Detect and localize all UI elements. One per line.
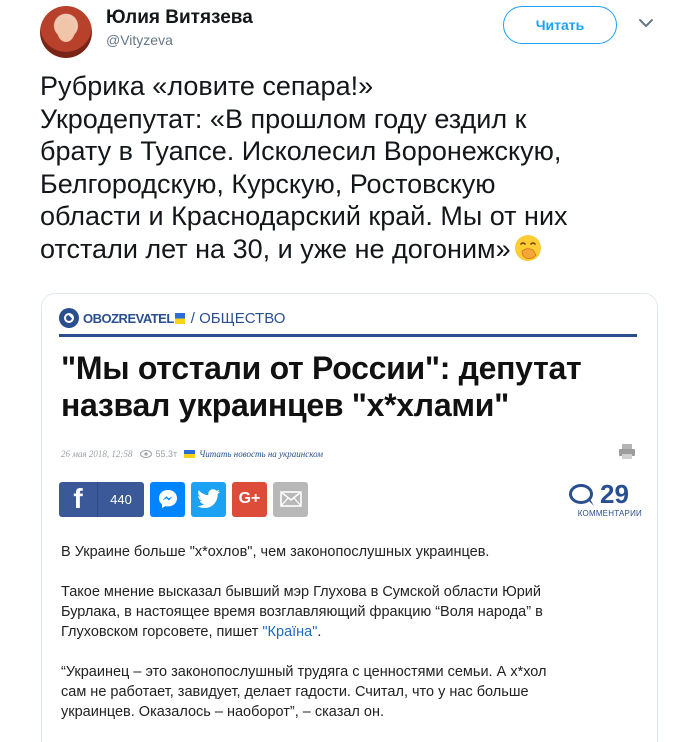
googleplus-share-button: G+ [232, 481, 267, 517]
header-divider [59, 334, 637, 337]
tweet-header: Юлия Витязева @Vityzeva Читать [0, 0, 699, 70]
article-paragraph: “Украинец – это законопослушный трудяга … [61, 664, 547, 720]
tweet-text: Рубрика «ловите сепара!» Укродепутат: «В… [40, 70, 680, 265]
tweet-text-line: области и Краснодарский край. Мы от них [40, 201, 568, 231]
krayina-source-link: "Країна" [262, 624, 318, 640]
obozrevatel-logo-icon [59, 308, 79, 328]
tweet-text-line: брату в Туапсе. Исколесил Воронежскую, [40, 136, 562, 166]
facebook-share-button: f 440 [59, 481, 144, 517]
print-icon [619, 444, 635, 459]
ukraine-flag-icon [174, 312, 185, 324]
messenger-icon [158, 490, 177, 508]
author-handle[interactable]: @Vityzeva [106, 32, 173, 48]
comments-label: КОММЕНТАРИИ [577, 509, 642, 518]
comments-bubble-icon [569, 484, 594, 506]
article-headline: "Мы отстали от России": депутат назвал у… [61, 350, 651, 424]
comments-count: 29 [600, 479, 629, 509]
article-body: В Украине больше "х*охлов", чем законопо… [61, 542, 631, 742]
source-logo: OBOZREVATEL [83, 310, 174, 326]
twitter-bird-icon [196, 489, 220, 508]
avatar[interactable] [40, 6, 92, 58]
follow-button[interactable]: Читать [503, 6, 617, 44]
facebook-icon: f [73, 483, 83, 514]
eye-icon [140, 450, 153, 458]
facebook-share-count: 440 [97, 481, 144, 517]
email-share-button [273, 481, 308, 517]
chevron-down-icon[interactable] [637, 14, 655, 32]
author-display-name[interactable]: Юлия Витязева [106, 7, 253, 29]
read-in-ukrainian-link: Читать новость на украинском [199, 449, 323, 459]
envelope-icon [279, 491, 302, 507]
tweet-text-line: Укродепутат: «В прошлом году ездил к [40, 103, 527, 134]
headline-line: "Мы отстали от России": депутат [61, 350, 582, 386]
source-header: OBOZREVATEL / ОБЩЕСТВО [59, 307, 285, 329]
article-paragraph: Такое мнение высказал бывший мэр Глухова… [61, 584, 543, 640]
tweet-text-line: Белгородскую, Курскую, Ростовскую [40, 168, 496, 199]
tweet-text-line: Рубрика «ловите сепара!» [40, 71, 374, 101]
media-card[interactable]: OBOZREVATEL / ОБЩЕСТВО "Мы отстали от Ро… [41, 293, 658, 742]
tweet-text-last-line: отстали лет на 30, и уже не догоним» [40, 233, 680, 266]
article-date: 26 мая 2018, 12:58 [61, 449, 133, 459]
article-meta: 26 мая 2018, 12:58 55.3т Читать новость … [61, 446, 323, 462]
twitter-share-button [191, 481, 226, 517]
views-count: 55.3т [140, 449, 177, 459]
share-buttons: f 440 G+ [59, 481, 314, 517]
headline-line: назвал украинцев "х*хлами" [61, 387, 509, 423]
face-with-hand-over-mouth-icon [514, 234, 541, 261]
comments-counter: 29 КОММЕНТАРИИ [566, 479, 644, 521]
section-name: / ОБЩЕСТВО [190, 309, 286, 327]
ukraine-flag-icon [184, 450, 196, 458]
messenger-share-button [150, 481, 185, 517]
article-paragraph: В Украине больше "х*охлов", чем законопо… [61, 544, 490, 560]
